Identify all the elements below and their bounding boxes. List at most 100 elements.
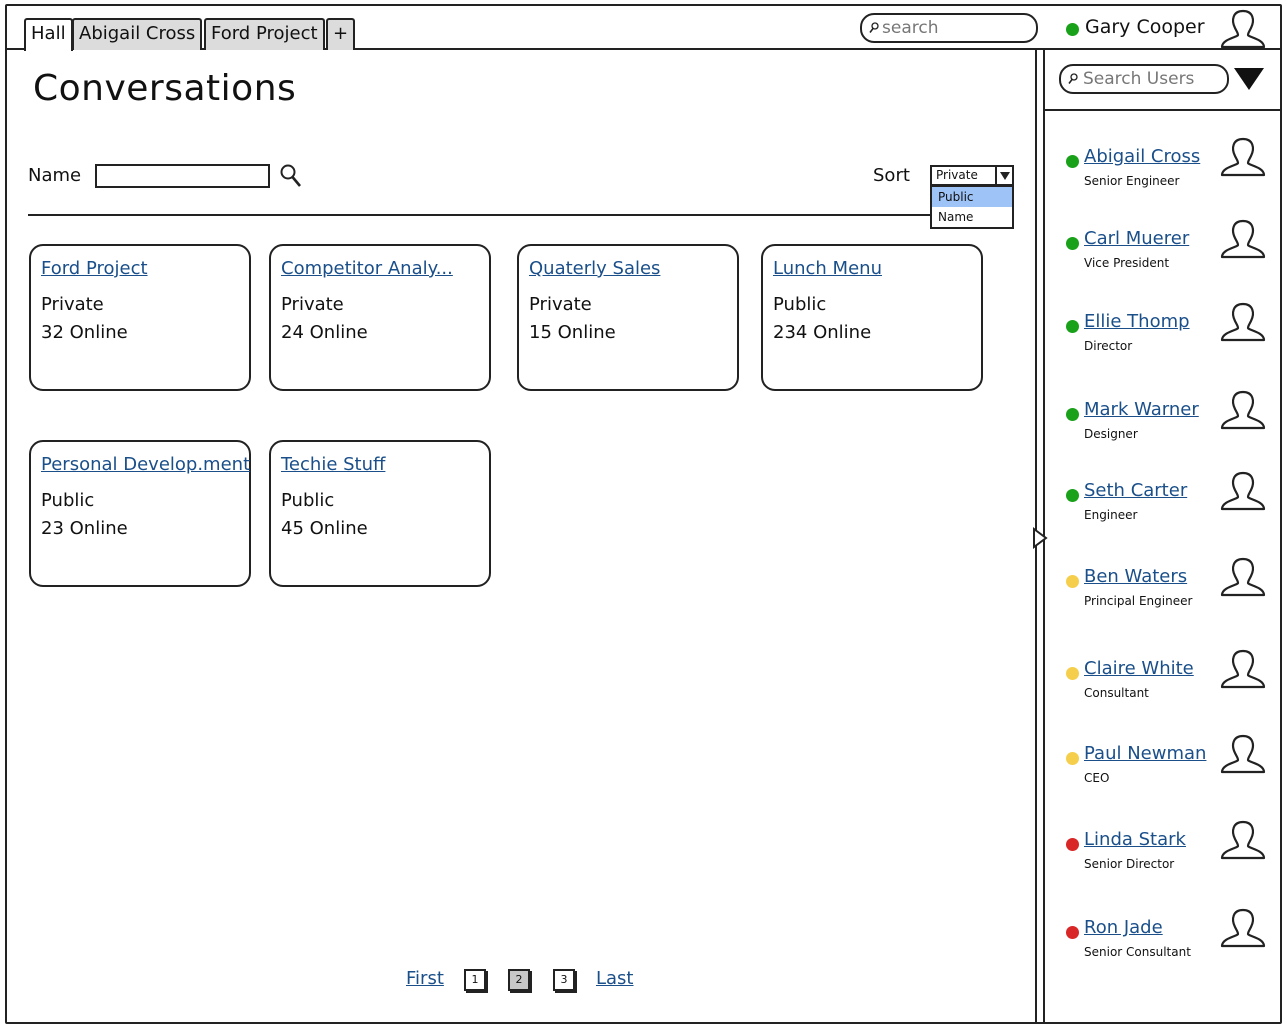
collapse-sidebar-icon[interactable]: [1031, 527, 1049, 549]
user-avatar-icon[interactable]: [1218, 907, 1268, 953]
pagination-page-2[interactable]: 2: [508, 969, 530, 991]
user-role: Engineer: [1084, 508, 1138, 522]
user-avatar-icon[interactable]: [1218, 556, 1268, 602]
conversation-title-link[interactable]: Competitor Analy...: [281, 258, 453, 279]
pagination-page-1[interactable]: 1: [464, 969, 486, 991]
conversation-online-count: 23 Online: [41, 518, 128, 539]
user-role: Consultant: [1084, 686, 1149, 700]
conversation-title-link[interactable]: Personal Develop.ment: [41, 454, 250, 475]
search-icon[interactable]: [279, 163, 303, 189]
conversation-card[interactable]: Lunch Menu Public 234 Online: [761, 244, 983, 391]
conversation-online-count: 24 Online: [281, 322, 368, 343]
conversation-online-count: 32 Online: [41, 322, 128, 343]
user-name-link[interactable]: Ellie Thomp: [1084, 311, 1190, 332]
sort-selected-value: Private: [936, 168, 978, 182]
user-avatar-icon[interactable]: [1218, 301, 1268, 347]
user-name-link[interactable]: Ben Waters: [1084, 566, 1187, 587]
status-dot: [1066, 752, 1079, 765]
pagination-last-link[interactable]: Last: [596, 968, 634, 989]
tab-abigail-cross[interactable]: Abigail Cross: [72, 18, 203, 50]
pagination-first-link[interactable]: First: [406, 968, 444, 989]
user-avatar-icon[interactable]: [1218, 136, 1268, 182]
filter-divider: [28, 214, 932, 216]
current-user-name: Gary Cooper: [1085, 16, 1205, 38]
user-avatar-icon[interactable]: [1218, 819, 1268, 865]
conversation-card[interactable]: Techie Stuff Public 45 Online: [269, 440, 491, 587]
global-search-input[interactable]: search: [860, 13, 1038, 43]
user-avatar-icon[interactable]: [1218, 470, 1268, 516]
conversation-title-link[interactable]: Techie Stuff: [281, 454, 385, 475]
conversation-card[interactable]: Ford Project Private 32 Online: [29, 244, 251, 391]
user-name-link[interactable]: Abigail Cross: [1084, 146, 1200, 167]
user-name-link[interactable]: Carl Muerer: [1084, 228, 1189, 249]
user-list-item[interactable]: Paul Newman CEO: [1060, 734, 1275, 799]
user-name-link[interactable]: Linda Stark: [1084, 829, 1186, 850]
user-role: Senior Consultant: [1084, 945, 1191, 959]
user-role: Designer: [1084, 427, 1138, 441]
tab-ford-project[interactable]: Ford Project: [204, 18, 325, 50]
status-dot: [1066, 489, 1079, 502]
user-avatar-icon[interactable]: [1218, 733, 1268, 779]
status-dot: [1066, 408, 1079, 421]
user-list-item[interactable]: Claire White Consultant: [1060, 649, 1275, 714]
user-role: Senior Engineer: [1084, 174, 1180, 188]
status-dot: [1066, 155, 1079, 168]
user-avatar-icon[interactable]: [1218, 389, 1268, 435]
user-search-input[interactable]: Search Users: [1059, 64, 1229, 94]
sort-dropdown[interactable]: Private: [930, 165, 1014, 186]
sort-dropdown-toggle[interactable]: [995, 167, 1012, 184]
user-role: Director: [1084, 339, 1133, 353]
conversation-online-count: 15 Online: [529, 322, 616, 343]
user-list-item[interactable]: Linda Stark Senior Director: [1060, 820, 1275, 885]
user-list-item[interactable]: Ben Waters Principal Engineer: [1060, 557, 1275, 622]
user-list-item[interactable]: Ron Jade Senior Consultant: [1060, 908, 1275, 973]
conversation-title-link[interactable]: Lunch Menu: [773, 258, 882, 279]
tab-hall[interactable]: Hall: [24, 18, 73, 51]
status-dot: [1066, 575, 1079, 588]
user-name-link[interactable]: Ron Jade: [1084, 917, 1163, 938]
sort-label: Sort: [873, 165, 910, 186]
global-search-placeholder: search: [882, 18, 939, 38]
conversation-card[interactable]: Personal Develop.ment Public 23 Online: [29, 440, 251, 587]
sort-option-public[interactable]: Public: [932, 187, 1012, 207]
user-name-link[interactable]: Mark Warner: [1084, 399, 1199, 420]
conversation-online-count: 45 Online: [281, 518, 368, 539]
user-avatar-icon[interactable]: [1218, 648, 1268, 694]
name-filter-label: Name: [28, 165, 82, 186]
conversation-card[interactable]: Competitor Analy... Private 24 Online: [269, 244, 491, 391]
user-list-item[interactable]: Carl Muerer Vice President: [1060, 219, 1275, 284]
conversation-card[interactable]: Quaterly Sales Private 15 Online: [517, 244, 739, 391]
user-avatar-icon[interactable]: [1218, 218, 1268, 264]
user-list-item[interactable]: Mark Warner Designer: [1060, 390, 1275, 455]
user-list-item[interactable]: Seth Carter Engineer: [1060, 471, 1275, 536]
page-title: Conversations: [33, 68, 297, 109]
pagination-page-3[interactable]: 3: [553, 969, 575, 991]
user-list-item[interactable]: Ellie Thomp Director: [1060, 302, 1275, 367]
status-dot: [1066, 926, 1079, 939]
sort-dropdown-menu: Public Name: [930, 185, 1014, 229]
user-role: Principal Engineer: [1084, 594, 1193, 608]
conversation-type: Private: [529, 294, 592, 315]
sidebar-header-divider: [1045, 109, 1282, 111]
user-list-item[interactable]: Abigail Cross Senior Engineer: [1060, 137, 1275, 202]
conversation-title-link[interactable]: Quaterly Sales: [529, 258, 660, 279]
user-name-link[interactable]: Paul Newman: [1084, 743, 1206, 764]
conversation-type: Public: [281, 490, 335, 511]
chevron-down-icon: [999, 171, 1010, 180]
sort-option-name[interactable]: Name: [932, 207, 1012, 227]
current-user-avatar-icon[interactable]: [1218, 8, 1268, 50]
conversation-title-link[interactable]: Ford Project: [41, 258, 148, 279]
tab-add[interactable]: +: [326, 18, 356, 50]
name-filter-input[interactable]: [95, 164, 270, 188]
search-icon: [869, 22, 879, 33]
user-name-link[interactable]: Claire White: [1084, 658, 1194, 679]
status-dot: [1066, 320, 1079, 333]
status-dot: [1066, 237, 1079, 250]
conversation-type: Private: [281, 294, 344, 315]
status-dot: [1066, 838, 1079, 851]
current-user-status-dot: [1066, 23, 1079, 36]
user-name-link[interactable]: Seth Carter: [1084, 480, 1187, 501]
search-icon: [1068, 73, 1078, 84]
triangle-down-icon[interactable]: [1233, 67, 1265, 91]
user-role: Senior Director: [1084, 857, 1175, 871]
